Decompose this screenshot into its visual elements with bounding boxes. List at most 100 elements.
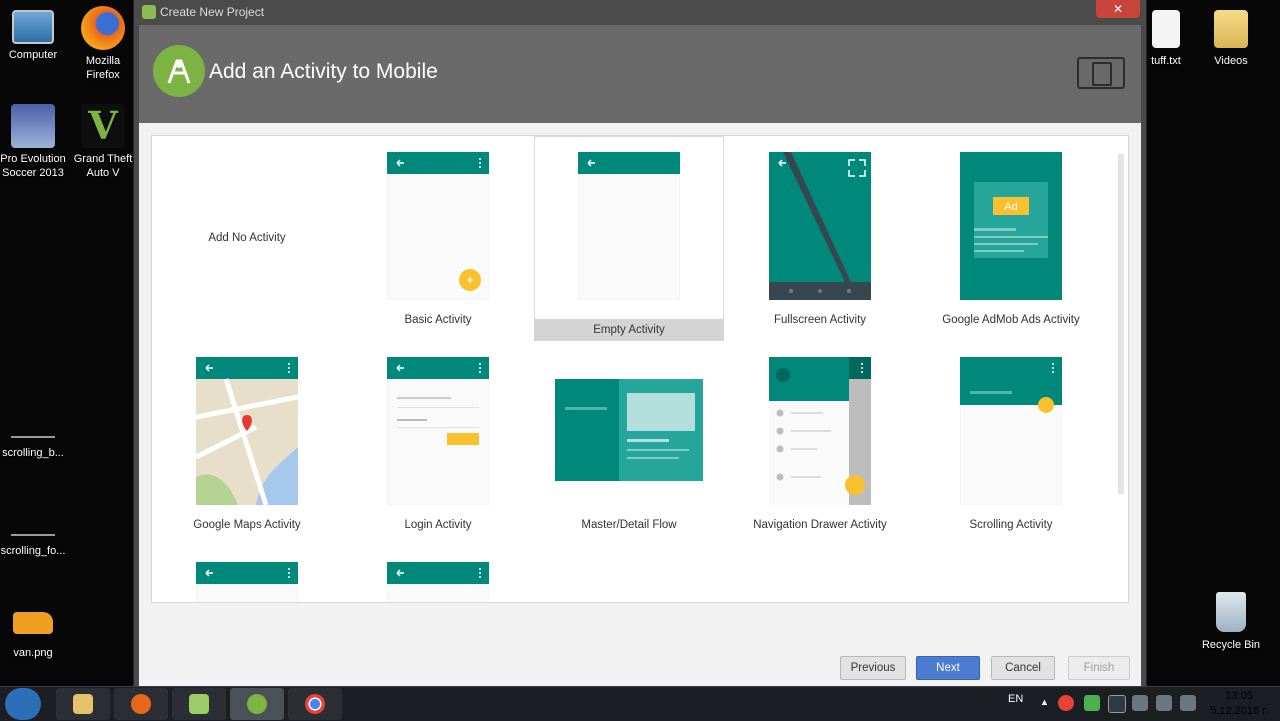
activity-label: Master/Detail Flow — [581, 519, 677, 531]
desktop-icon-scrolling-fo[interactable]: scrolling_fo... — [0, 518, 66, 558]
scrolling-activity-thumbnail-icon — [960, 357, 1062, 505]
desktop-icon-label: scrolling_fo... — [0, 545, 66, 557]
wizard-header: Add an Activity to Mobile — [139, 25, 1141, 123]
show-hidden-icons-icon[interactable]: ▲ — [1040, 697, 1049, 707]
activity-tile-row3-1[interactable] — [152, 546, 342, 602]
close-button[interactable]: ✕ — [1096, 0, 1140, 18]
chrome-icon — [305, 694, 325, 714]
text-file-icon — [1152, 10, 1180, 48]
fullscreen-activity-thumbnail-icon — [769, 152, 871, 300]
activity-label: Navigation Drawer Activity — [753, 519, 887, 531]
taskbar-android-studio[interactable] — [230, 688, 284, 720]
start-button-icon[interactable] — [5, 688, 41, 720]
recycle-bin-icon — [1216, 592, 1246, 632]
activity-tile-maps[interactable]: Google Maps Activity — [152, 341, 342, 546]
admob-activity-thumbnail-icon: Ad — [960, 152, 1062, 300]
next-button[interactable]: Next — [916, 656, 980, 680]
create-project-window: Create New Project ✕ Add an Activity to … — [134, 0, 1146, 686]
taskbar-chrome[interactable] — [288, 688, 342, 720]
file-icon — [11, 436, 55, 438]
desktop-icon-gta5[interactable]: V Grand Theft Auto V — [70, 104, 136, 180]
activity-tile-admob[interactable]: Ad Google AdMob Ads Activity — [916, 136, 1106, 341]
activity-label: Add No Activity — [208, 232, 286, 244]
chrome-tray-icon[interactable] — [1058, 695, 1074, 711]
wizard-content: Add No Activity Basic Activity Empty Act… — [139, 123, 1141, 686]
desktop-icon-label: scrolling_b... — [2, 447, 64, 459]
activity-label: Basic Activity — [404, 314, 472, 326]
activity-label: Login Activity — [404, 519, 472, 531]
activity-tile-no-activity[interactable]: Add No Activity — [152, 136, 342, 341]
clock[interactable]: 13:05 5.12.2016 г. — [1210, 689, 1268, 719]
activity-gallery: Add No Activity Basic Activity Empty Act… — [151, 135, 1129, 603]
master-detail-thumbnail-icon — [555, 379, 703, 481]
van-image-icon — [13, 612, 53, 634]
desktop-icon-recycle-bin[interactable]: Recycle Bin — [1198, 592, 1264, 652]
nav-drawer-thumbnail-icon — [769, 357, 871, 505]
desktop-icon-tuff-txt[interactable]: tuff.txt — [1146, 6, 1186, 68]
desktop-icon-label: Videos — [1214, 55, 1248, 67]
activity-tile-basic[interactable]: Basic Activity — [343, 136, 533, 341]
cancel-button[interactable]: Cancel — [991, 656, 1055, 680]
monitor-tray-icon[interactable] — [1108, 695, 1126, 713]
power-icon[interactable] — [1180, 695, 1196, 711]
activity-label: Fullscreen Activity — [773, 314, 867, 326]
desktop-icon-pes2013[interactable]: Pro Evolution Soccer 2013 — [0, 104, 66, 180]
login-activity-thumbnail-icon — [387, 357, 489, 505]
desktop-icon-label: Pro Evolution Soccer 2013 — [0, 153, 66, 179]
taskbar-firefox[interactable] — [114, 688, 168, 720]
desktop-icon-label: van.png — [13, 647, 53, 659]
activity-label: Google AdMob Ads Activity — [942, 314, 1080, 326]
desktop-icon-firefox[interactable]: Mozilla Firefox — [70, 6, 136, 82]
tabbed-activity-thumbnail-icon — [196, 562, 298, 602]
window-app-icon — [189, 694, 209, 714]
pes-game-icon — [11, 104, 55, 148]
device-form-factor-icon — [1077, 57, 1125, 89]
taskbar: EN ▲ 13:05 5.12.2016 г. — [0, 686, 1280, 721]
desktop-icon-label: tuff.txt — [1151, 55, 1181, 67]
settings-activity-thumbnail-icon — [387, 562, 489, 602]
page-title: Add an Activity to Mobile — [209, 60, 438, 83]
taskbar-app3[interactable] — [172, 688, 226, 720]
activity-tile-fullscreen[interactable]: Fullscreen Activity — [725, 136, 915, 341]
android-studio-icon — [247, 694, 267, 714]
computer-icon — [12, 10, 54, 44]
activity-tile-nav-drawer[interactable]: Navigation Drawer Activity — [725, 341, 915, 546]
app-tray-icon[interactable] — [1084, 695, 1100, 711]
language-indicator[interactable]: EN — [1008, 693, 1023, 705]
firefox-icon — [131, 694, 151, 714]
desktop-icon-videos[interactable]: Videos — [1198, 6, 1264, 68]
desktop-icon-computer[interactable]: Computer — [0, 6, 66, 62]
desktop-icon-label: Computer — [8, 49, 58, 61]
activity-tile-login[interactable]: Login Activity — [343, 341, 533, 546]
activity-label: Scrolling Activity — [969, 519, 1053, 531]
desktop-icon-van[interactable]: van.png — [0, 606, 66, 660]
clock-date: 5.12.2016 г. — [1210, 705, 1268, 717]
volume-icon[interactable] — [1132, 695, 1148, 711]
gallery-scrollbar[interactable] — [1118, 154, 1124, 494]
activity-tile-empty[interactable]: Empty Activity — [534, 136, 724, 341]
gta-v-icon: V — [81, 104, 125, 148]
activity-tile-master-detail[interactable]: Master/Detail Flow — [534, 341, 724, 546]
desktop-icon-label: Grand Theft Auto V — [73, 153, 133, 179]
network-icon[interactable] — [1156, 695, 1172, 711]
firefox-icon — [81, 6, 125, 50]
android-studio-icon — [142, 5, 156, 19]
activity-label: Empty Activity — [534, 319, 724, 341]
ad-badge: Ad — [1004, 201, 1017, 213]
window-titlebar[interactable]: Create New Project ✕ — [134, 0, 1146, 24]
clock-time: 13:05 — [1225, 690, 1253, 702]
taskbar-explorer[interactable] — [56, 688, 110, 720]
desktop-icon-scrolling-b[interactable]: scrolling_b... — [0, 420, 66, 460]
activity-tile-row3-2[interactable] — [343, 546, 533, 602]
file-icon — [11, 534, 55, 536]
desktop-icon-label: Mozilla Firefox — [85, 55, 121, 81]
activity-tile-scrolling[interactable]: Scrolling Activity — [916, 341, 1106, 546]
finish-button[interactable]: Finish — [1068, 656, 1130, 680]
folder-icon — [73, 694, 93, 714]
empty-activity-thumbnail-icon — [578, 152, 680, 300]
previous-button[interactable]: Previous — [840, 656, 906, 680]
desktop-icon-label: Recycle Bin — [1201, 639, 1261, 651]
window-title: Create New Project — [160, 5, 265, 19]
activity-label: Google Maps Activity — [193, 519, 301, 531]
maps-activity-thumbnail-icon — [196, 357, 298, 505]
